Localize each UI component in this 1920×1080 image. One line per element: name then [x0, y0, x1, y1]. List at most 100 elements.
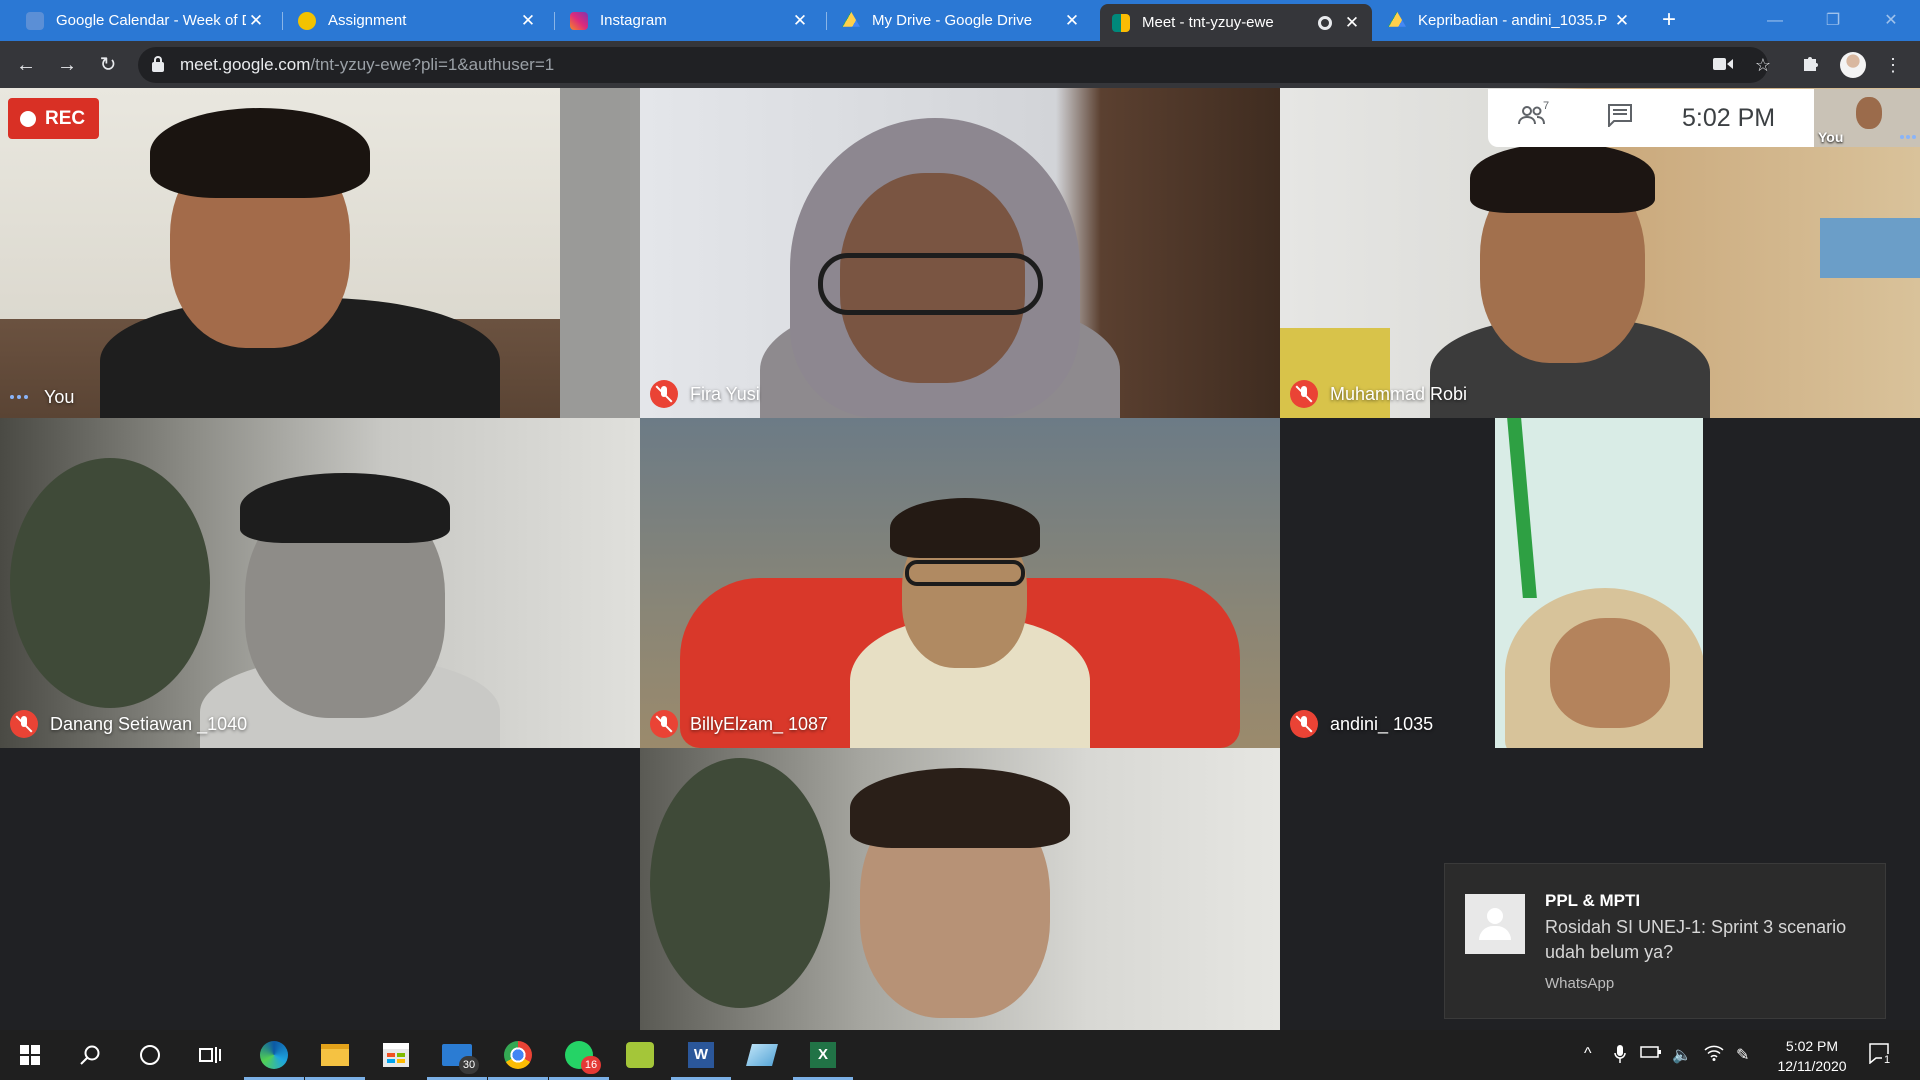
participant-hair [850, 768, 1070, 848]
participant-name: Danang Setiawan _1040 [50, 713, 248, 734]
participants-button[interactable]: 7 [1488, 100, 1576, 133]
back-arrow-icon[interactable]: ← [12, 51, 40, 79]
search-icon [80, 1045, 100, 1065]
cortana-button[interactable] [120, 1030, 180, 1080]
whatsapp-notification[interactable]: PPL & MPTI Rosidah SI UNEJ-1: Sprint 3 s… [1444, 863, 1886, 1019]
participant-hair [890, 498, 1040, 558]
video-background [1820, 218, 1920, 278]
paint-icon [746, 1044, 778, 1066]
chevron-up-icon[interactable]: ^ [1584, 1045, 1592, 1063]
mic-off-icon [650, 380, 678, 408]
tab-title: Assignment [328, 12, 407, 29]
task-view-button[interactable] [180, 1030, 240, 1080]
taskbar-app-android-studio[interactable] [610, 1030, 670, 1080]
forward-arrow-icon[interactable]: → [53, 51, 81, 79]
meeting-clock: 5:02 PM [1682, 103, 1776, 132]
google-drive-icon [1388, 11, 1406, 27]
volume-icon[interactable]: 🔈 [1672, 1045, 1692, 1065]
store-icon [383, 1043, 409, 1067]
video-tile[interactable]: Fira Yusi [640, 88, 1280, 418]
pen-icon[interactable]: ✎ [1736, 1045, 1749, 1065]
close-icon[interactable]: ✕ [518, 11, 538, 31]
participant-name: BillyElzam_ 1087 [690, 713, 829, 734]
taskbar-app-store[interactable] [366, 1030, 426, 1080]
clock-time: 5:02 PM [1785, 1038, 1839, 1054]
tab-divider [554, 12, 555, 30]
excel-icon: X [810, 1042, 836, 1068]
close-icon[interactable]: ✕ [1612, 11, 1632, 31]
minimize-button[interactable]: — [1746, 0, 1804, 41]
google-drive-icon [842, 11, 860, 27]
search-button[interactable] [60, 1030, 120, 1080]
menu-kebab-icon[interactable]: ⋮ [1882, 54, 1904, 76]
participant-name: andini_ 1035 [1330, 713, 1434, 734]
recording-badge: REC [8, 98, 99, 139]
google-meet-icon [1112, 13, 1130, 32]
close-icon[interactable]: ✕ [790, 11, 810, 31]
taskbar-app-chrome[interactable] [488, 1030, 548, 1080]
tab-google-calendar[interactable]: Google Calendar - Week of D ✕ [14, 0, 276, 41]
camera-icon[interactable] [1712, 54, 1734, 76]
chat-button[interactable] [1576, 103, 1664, 134]
video-background [1507, 418, 1537, 598]
close-icon[interactable]: ✕ [1342, 13, 1362, 33]
chat-icon [1608, 103, 1632, 128]
mail-badge: 30 [459, 1056, 479, 1074]
participant-glasses [905, 560, 1025, 586]
extensions-puzzle-icon[interactable] [1800, 54, 1822, 76]
notification-count: 1 [1882, 1054, 1893, 1066]
taskbar-app-edge[interactable] [244, 1030, 304, 1080]
speaking-indicator-icon [1900, 135, 1916, 139]
unej-logo-icon [298, 11, 316, 30]
lock-icon [152, 56, 164, 72]
participant-face [1550, 618, 1670, 728]
close-window-button[interactable]: ✕ [1862, 0, 1920, 41]
cortana-icon [140, 1045, 160, 1065]
meet-top-bar: 7 5:02 PM [1488, 89, 1814, 147]
new-tab-button[interactable]: + [1654, 4, 1684, 36]
video-tile[interactable]: BillyElzam_ 1087 [640, 418, 1280, 748]
close-icon[interactable]: ✕ [246, 11, 266, 31]
video-tile[interactable]: Danang Setiawan _1040 [0, 418, 640, 748]
system-clock[interactable]: 5:02 PM 12/11/2020 [1762, 1036, 1862, 1076]
microphone-icon[interactable] [1614, 1045, 1626, 1068]
restore-button[interactable]: ❐ [1804, 0, 1862, 41]
taskbar-app-paint[interactable] [732, 1030, 792, 1080]
notification-app-name: WhatsApp [1545, 975, 1615, 992]
browser-toolbar: ← → ↻ meet.google.com /tnt-yzuy-ewe?pli=… [0, 41, 1920, 88]
self-view-label: You [1818, 129, 1844, 145]
tab-google-meet[interactable]: Meet - tnt-yzuy-ewe ✕ [1100, 4, 1372, 41]
tab-google-drive[interactable]: My Drive - Google Drive ✕ [830, 0, 1092, 41]
video-background [560, 88, 640, 418]
instagram-icon [570, 11, 588, 30]
portrait-video [1495, 418, 1703, 748]
action-center-button[interactable]: 1 [1868, 1042, 1893, 1069]
tab-instagram[interactable]: Instagram ✕ [558, 0, 820, 41]
participant-label: BillyElzam_ 1087 [650, 710, 828, 738]
address-bar[interactable]: meet.google.com /tnt-yzuy-ewe?pli=1&auth… [138, 47, 1768, 83]
participant-label: Muhammad Robi [1290, 380, 1467, 408]
reload-icon[interactable]: ↻ [94, 51, 122, 79]
profile-avatar[interactable] [1840, 52, 1866, 78]
close-icon[interactable]: ✕ [1062, 11, 1082, 31]
windows-taskbar: 30 16 W X ^ 🔈 ✎ 5:02 PM 12/11/2020 1 [0, 1030, 1920, 1080]
tab-kepribadian[interactable]: Kepribadian - andini_1035.P ✕ [1376, 0, 1642, 41]
battery-icon[interactable] [1640, 1045, 1662, 1064]
taskbar-app-mail[interactable]: 30 [427, 1030, 487, 1080]
taskbar-app-excel[interactable]: X [793, 1030, 853, 1080]
participant-label: Danang Setiawan _1040 [10, 710, 247, 738]
wifi-icon[interactable] [1704, 1045, 1724, 1066]
self-view-thumbnail[interactable]: You [1814, 89, 1920, 147]
taskbar-app-whatsapp[interactable]: 16 [549, 1030, 609, 1080]
participant-label: Fira Yusi [650, 380, 760, 408]
taskbar-app-file-explorer[interactable] [305, 1030, 365, 1080]
video-tile[interactable]: You REC [0, 88, 640, 418]
participant-label: andini_ 1035 [1290, 710, 1433, 738]
participants-count: 7 [1543, 99, 1550, 112]
taskbar-app-word[interactable]: W [671, 1030, 731, 1080]
tab-assignment[interactable]: Assignment ✕ [286, 0, 548, 41]
video-tile[interactable] [640, 748, 1280, 1030]
video-tile[interactable]: andini_ 1035 [1280, 418, 1920, 748]
bookmark-star-icon[interactable]: ☆ [1752, 54, 1774, 76]
start-button[interactable] [0, 1030, 60, 1080]
